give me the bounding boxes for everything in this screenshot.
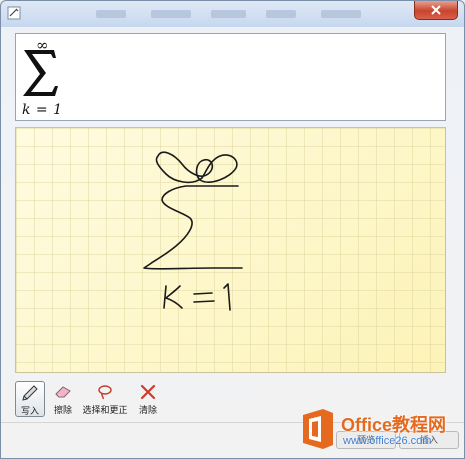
summation-symbol bbox=[23, 50, 58, 96]
clear-tool-label: 清除 bbox=[138, 406, 157, 416]
erase-tool-button[interactable]: 擦除 bbox=[49, 381, 77, 417]
formula-preview: ∞ k = 1 bbox=[15, 33, 446, 121]
title-blur bbox=[151, 10, 191, 18]
math-input-window: ∞ k = 1 写入 擦除 选择和更正 清除 预览 插入 Office教程网 w… bbox=[0, 0, 465, 459]
write-tool-label: 写入 bbox=[20, 407, 39, 417]
eraser-icon bbox=[55, 386, 71, 398]
write-tool-button[interactable]: 写入 bbox=[15, 381, 45, 417]
clear-tool-button[interactable]: 清除 bbox=[134, 381, 162, 417]
close-icon bbox=[431, 5, 441, 15]
clear-icon bbox=[140, 384, 156, 400]
erase-tool-label: 擦除 bbox=[53, 406, 72, 416]
title-blur bbox=[96, 10, 126, 18]
lasso-icon bbox=[98, 385, 112, 400]
title-blur bbox=[321, 10, 361, 18]
watermark-url: www.office26.com bbox=[343, 435, 432, 447]
math-input-app-icon bbox=[7, 6, 21, 20]
ink-stroke-sigma bbox=[143, 185, 243, 270]
title-blur bbox=[211, 10, 246, 18]
sum-lower-limit: k = 1 bbox=[22, 102, 63, 118]
handwriting-strokes bbox=[143, 151, 243, 311]
close-button[interactable] bbox=[414, 1, 458, 20]
ink-stroke-equals-bottom bbox=[193, 300, 215, 303]
ink-stroke-one bbox=[223, 283, 231, 311]
ink-stroke-equals-top bbox=[193, 292, 213, 295]
ink-stroke-infinity bbox=[155, 151, 238, 184]
select-correct-tool-button[interactable]: 选择和更正 bbox=[80, 381, 130, 417]
watermark-brand: Office教程网 bbox=[341, 415, 447, 435]
title-blur bbox=[266, 10, 296, 18]
office-logo-icon bbox=[303, 409, 333, 449]
handwriting-pad[interactable] bbox=[15, 127, 446, 373]
select-correct-tool-label: 选择和更正 bbox=[82, 406, 128, 416]
watermark: Office教程网 www.office26.com bbox=[299, 405, 459, 453]
ink-stroke-k-arm bbox=[165, 285, 183, 309]
title-bar[interactable] bbox=[1, 1, 464, 27]
ink-stroke-k bbox=[163, 285, 167, 309]
pen-icon bbox=[22, 385, 38, 401]
